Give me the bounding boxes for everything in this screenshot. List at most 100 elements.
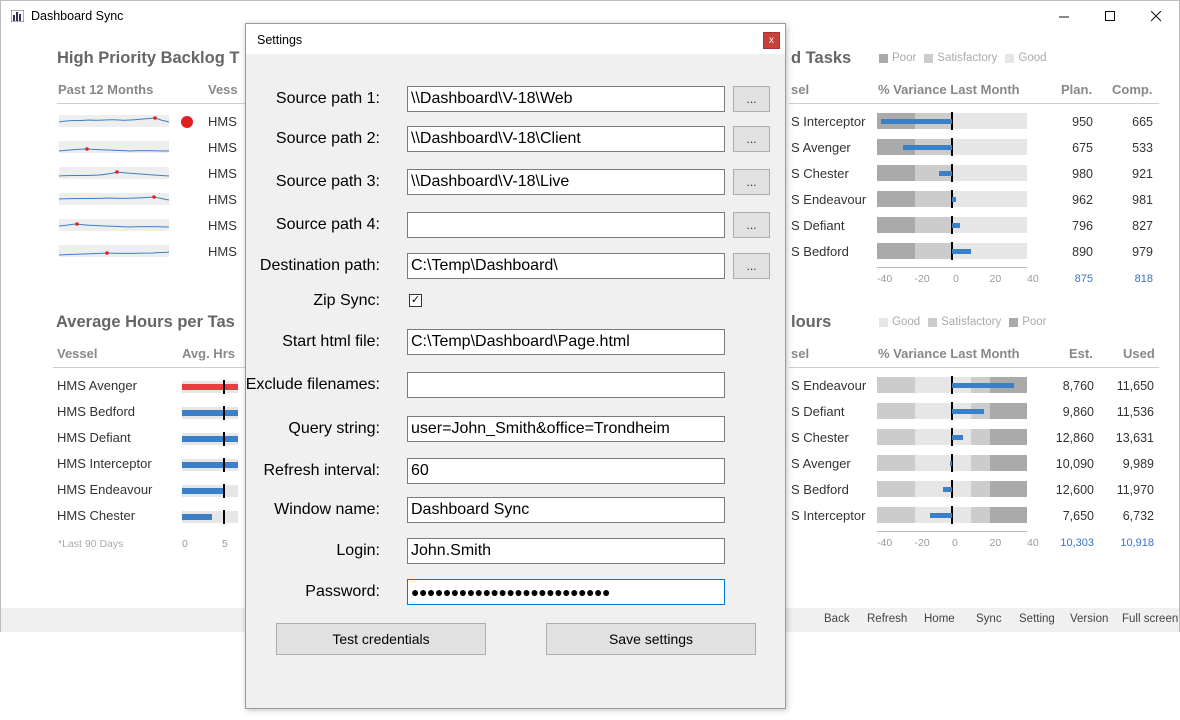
login-label: Login: bbox=[336, 542, 380, 559]
sparkline-band bbox=[59, 219, 169, 231]
hours-used: 6,732 bbox=[1122, 509, 1154, 523]
hours-band bbox=[914, 455, 952, 471]
avg-bullet bbox=[182, 458, 238, 472]
exclude-filenames-label: Exclude filenames: bbox=[245, 376, 380, 393]
hours-title: lours bbox=[791, 313, 832, 331]
minimize-button[interactable] bbox=[1041, 1, 1087, 32]
source-path-4-input[interactable] bbox=[407, 212, 725, 238]
hours-est: 10,090 bbox=[1055, 457, 1094, 471]
tasks-col-plan: Plan. bbox=[1061, 82, 1093, 97]
tasks-band bbox=[877, 191, 915, 207]
hours-col-est: Est. bbox=[1069, 346, 1093, 361]
hours-est: 8,760 bbox=[1062, 379, 1094, 393]
close-button[interactable] bbox=[1133, 1, 1179, 32]
tasks-band bbox=[914, 191, 952, 207]
hours-band bbox=[877, 403, 915, 419]
legend-good-swatch bbox=[1005, 53, 1015, 63]
tasks-plan: 796 bbox=[1072, 219, 1093, 233]
axis-tick: 20 bbox=[989, 537, 1002, 549]
tasks-vessel: S Chester bbox=[791, 166, 849, 181]
tasks-plan: 980 bbox=[1072, 167, 1093, 181]
tasks-bullet bbox=[877, 138, 1027, 156]
destination-path-input[interactable]: C:\Temp\Dashboard\ bbox=[407, 253, 725, 279]
hours-vessel: S Bedford bbox=[791, 482, 849, 497]
divider bbox=[789, 103, 1159, 104]
tasks-band bbox=[877, 165, 915, 181]
legend-poor-swatch bbox=[879, 53, 888, 63]
target-line bbox=[223, 458, 225, 472]
login-input[interactable]: John.Smith bbox=[407, 538, 725, 564]
variance-bar bbox=[938, 170, 952, 176]
source-path-1-label: Source path 1: bbox=[275, 90, 380, 107]
tasks-vessel: S Bedford bbox=[791, 244, 849, 259]
tasks-bullet bbox=[877, 164, 1027, 182]
hours-est: 12,860 bbox=[1055, 431, 1094, 445]
variance-bar bbox=[950, 460, 953, 466]
source-path-2-input[interactable]: \\Dashboard\V-18\Client bbox=[407, 126, 725, 152]
dialog-close-button[interactable]: x bbox=[763, 32, 780, 49]
footer-refresh-link[interactable]: Refresh bbox=[867, 613, 907, 625]
sparkline-peak-dot bbox=[152, 195, 156, 199]
hours-total-used: 10,918 bbox=[1120, 537, 1154, 549]
exclude-filenames-input[interactable] bbox=[407, 372, 725, 398]
legend-label: Good bbox=[1018, 52, 1047, 64]
axis-tick: 20 bbox=[989, 273, 1002, 285]
footer-back-link[interactable]: Back bbox=[824, 613, 850, 625]
avg-bar bbox=[182, 436, 238, 442]
save-settings-button[interactable]: Save settings bbox=[546, 623, 756, 655]
variance-bar bbox=[929, 512, 952, 518]
avg-bar bbox=[182, 514, 212, 520]
source-path-3-browse-button[interactable]: ... bbox=[733, 169, 770, 195]
footer-fullscreen-link[interactable]: Full screen bbox=[1122, 613, 1178, 625]
source-path-4-browse-button[interactable]: ... bbox=[733, 212, 770, 238]
start-html-input[interactable]: C:\Temp\Dashboard\Page.html bbox=[407, 329, 725, 355]
source-path-4-label: Source path 4: bbox=[275, 216, 380, 233]
source-path-2-label: Source path 2: bbox=[275, 130, 380, 147]
source-path-1-browse-button[interactable]: ... bbox=[733, 86, 770, 112]
avg-vessel: HMS Chester bbox=[57, 508, 136, 523]
hours-band bbox=[877, 377, 915, 393]
dialog-title-bar: Settings x bbox=[246, 24, 785, 54]
refresh-interval-input[interactable]: 60 bbox=[407, 458, 725, 484]
sparkline-peak-dot bbox=[153, 116, 157, 120]
test-credentials-button[interactable]: Test credentials bbox=[276, 623, 486, 655]
password-input[interactable]: ●●●●●●●●●●●●●●●●●●●●●●●●● bbox=[407, 579, 725, 605]
hours-used: 13,631 bbox=[1115, 431, 1154, 445]
zip-sync-checkbox[interactable]: ✓ bbox=[409, 294, 422, 307]
destination-path-browse-button[interactable]: ... bbox=[733, 253, 770, 279]
query-string-label: Query string: bbox=[288, 420, 380, 437]
footer-sync-link[interactable]: Sync bbox=[976, 613, 1002, 625]
tasks-plan: 950 bbox=[1072, 115, 1093, 129]
legend-label: Good bbox=[892, 316, 921, 328]
source-path-1-input[interactable]: \\Dashboard\V-18\Web bbox=[407, 86, 725, 112]
avg-bar bbox=[182, 410, 238, 416]
footer-version-link[interactable]: Version bbox=[1070, 613, 1108, 625]
avg-hours-title: Average Hours per Tas bbox=[56, 313, 235, 331]
footer-setting-link[interactable]: Setting bbox=[1019, 613, 1055, 625]
source-path-2-browse-button[interactable]: ... bbox=[733, 126, 770, 152]
hours-bullet bbox=[877, 402, 1027, 420]
hours-band bbox=[877, 455, 915, 471]
footer-home-link[interactable]: Home bbox=[924, 613, 955, 625]
legend-satisfactory-swatch bbox=[928, 317, 938, 327]
tasks-band bbox=[952, 113, 1027, 129]
tasks-vessel: S Defiant bbox=[791, 218, 845, 233]
source-path-3-input[interactable]: \\Dashboard\V-18\Live bbox=[407, 169, 725, 195]
tasks-band bbox=[877, 217, 915, 233]
window-name-input[interactable]: Dashboard Sync bbox=[407, 497, 725, 523]
backlog-col-past: Past 12 Months bbox=[58, 82, 154, 97]
maximize-button[interactable] bbox=[1087, 1, 1133, 32]
hours-band bbox=[970, 455, 990, 471]
tasks-vessel: S Avenger bbox=[791, 140, 851, 155]
tasks-bullet bbox=[877, 112, 1027, 130]
hours-band bbox=[989, 429, 1027, 445]
hours-band bbox=[970, 507, 990, 523]
axis-tick: 0 bbox=[953, 273, 959, 285]
avg-vessel: HMS Avenger bbox=[57, 378, 137, 393]
hours-vessel: S Chester bbox=[791, 430, 849, 445]
backlog-vessel: HMS bbox=[208, 166, 237, 181]
sparkline-peak-dot bbox=[105, 251, 109, 255]
query-string-input[interactable]: user=John_Smith&office=Trondheim bbox=[407, 416, 725, 442]
divider bbox=[57, 103, 247, 104]
avg-tick: 5 bbox=[222, 538, 228, 550]
